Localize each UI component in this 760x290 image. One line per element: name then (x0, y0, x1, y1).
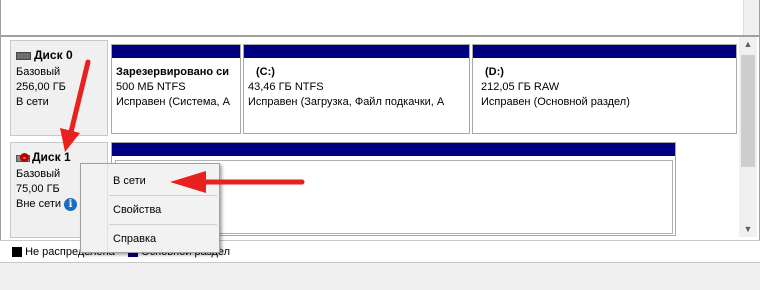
annotation-overlay (60, 59, 305, 193)
annotation-arrow-left (170, 171, 305, 193)
annotation-arrow-down (60, 59, 91, 152)
